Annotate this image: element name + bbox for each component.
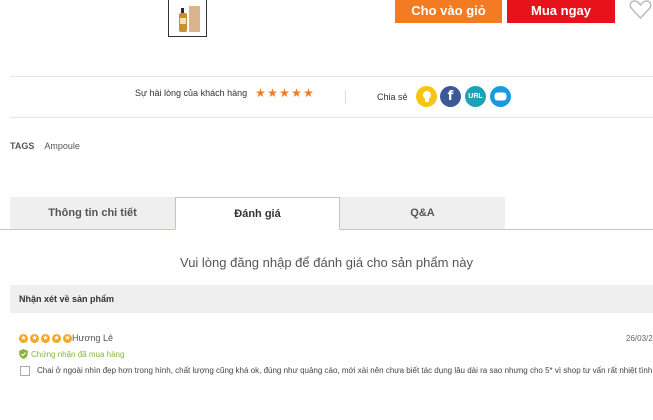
star-icon: ★ [30,334,39,343]
reviewer-name: Hương Lê [72,333,113,343]
tags-row: TAGS Ampoule [10,141,80,151]
tab-qa[interactable]: Q&A [340,197,505,229]
login-prompt: Vui lòng đăng nhập để đánh giá cho sản p… [180,255,473,270]
verified-purchase: Chứng nhận đã mua hàng [19,349,124,359]
divider [345,90,346,104]
tab-reviews[interactable]: Đánh giá [175,197,340,230]
satisfaction-stars: ★ ★ ★ ★ ★ [255,87,315,99]
reviews-header: Nhận xét về sản phẩm [10,285,653,313]
star-icon: ★ [255,86,266,100]
tags-label: TAGS [10,141,35,151]
tab-details[interactable]: Thông tin chi tiết [10,197,175,229]
divider [10,76,653,77]
reviews-header-label: Nhận xét về sản phẩm [19,294,115,304]
share-label: Chia sẻ [377,92,408,102]
facebook-share-icon[interactable]: f [440,86,461,107]
shield-check-icon [19,349,28,359]
bulb-share-icon[interactable] [416,86,437,107]
star-icon: ★ [291,86,302,100]
product-thumbnail[interactable] [168,0,207,37]
buy-now-label: Mua ngay [531,3,591,18]
star-icon: ★ [303,86,314,100]
facebook-label: f [447,89,454,104]
url-share-icon[interactable]: URL [465,86,486,107]
add-to-cart-button[interactable]: Cho vào giỏ [395,0,502,23]
star-icon: ★ [63,334,72,343]
star-icon: ★ [41,334,50,343]
broken-image-icon [20,366,30,376]
zalo-share-icon[interactable] [490,86,511,107]
star-icon: ★ [52,334,61,343]
star-icon: ★ [267,86,278,100]
verified-label: Chứng nhận đã mua hàng [31,349,125,359]
buy-now-button[interactable]: Mua ngay [507,0,615,23]
star-icon: ★ [279,86,290,100]
review-stars: ★ ★ ★ ★ ★ [19,334,74,343]
tag-link[interactable]: Ampoule [44,141,80,151]
serum-bottle-icon [178,6,200,32]
heart-icon[interactable] [628,0,653,20]
add-to-cart-label: Cho vào giỏ [411,3,486,18]
tab-details-label: Thông tin chi tiết [48,207,137,219]
star-icon: ★ [19,334,28,343]
divider [10,117,653,118]
tab-qa-label: Q&A [410,207,435,219]
url-label: URL [468,93,483,100]
review-date: 26/03/20 [626,334,653,343]
satisfaction-rating: Sự hài lòng của khách hàng ★ ★ ★ ★ ★ [135,87,315,99]
review-text: Chai ở ngoài nhìn đẹp hơn trong hình, ch… [37,366,653,375]
satisfaction-label: Sự hài lòng của khách hàng [135,88,248,98]
tab-reviews-label: Đánh giá [234,207,281,220]
